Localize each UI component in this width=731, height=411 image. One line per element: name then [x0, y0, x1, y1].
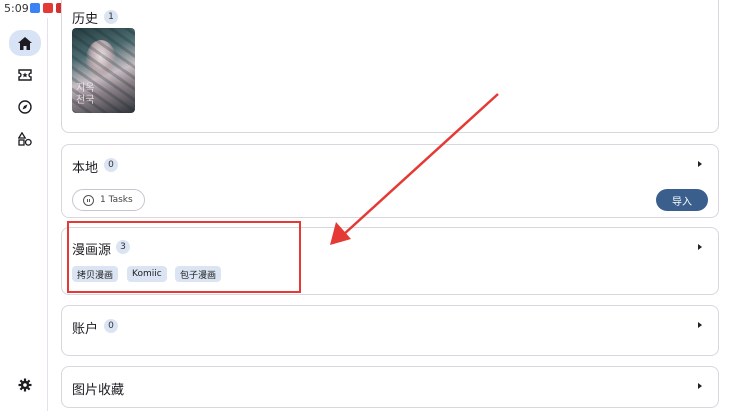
chevron-right-icon[interactable]: [698, 244, 702, 250]
history-count-badge: 1: [104, 10, 118, 24]
chevron-right-icon[interactable]: [698, 383, 702, 389]
account-count-badge: 0: [104, 319, 118, 333]
app-root: 5:09 历史 1 지옥 천국 本地 0 1 Tasks 导入 漫画源 3 拷贝…: [0, 0, 731, 411]
annotation-highlight-box: [67, 221, 301, 293]
notification-icon: [43, 3, 53, 13]
rail-item-home[interactable]: [9, 30, 41, 56]
rail-item-subscriptions[interactable]: [9, 62, 41, 88]
local-title: 本地: [72, 161, 99, 176]
status-time: 5:09: [4, 2, 29, 15]
local-card[interactable]: 本地 0 1 Tasks 导入: [61, 144, 719, 218]
tasks-button[interactable]: 1 Tasks: [72, 189, 145, 211]
home-icon: [18, 36, 32, 50]
history-title: 历史: [72, 12, 99, 27]
local-count-badge: 0: [104, 158, 118, 172]
shapes-icon: [18, 132, 32, 146]
image-favorites-card[interactable]: 图片收藏: [61, 366, 719, 408]
chevron-right-icon[interactable]: [698, 322, 702, 328]
pause-icon: [83, 194, 94, 206]
compass-icon: [18, 100, 32, 114]
tasks-label: 1 Tasks: [100, 195, 133, 205]
cover-title-text: 지옥 천국: [76, 83, 95, 106]
import-button[interactable]: 导入: [656, 189, 708, 211]
settings-button[interactable]: [9, 372, 41, 398]
account-card[interactable]: 账户 0: [61, 305, 719, 356]
history-card[interactable]: 历史 1 지옥 천국: [61, 0, 719, 133]
account-title: 账户: [72, 322, 99, 337]
image-favorites-title: 图片收藏: [72, 383, 125, 398]
rail-item-categories[interactable]: [9, 126, 41, 152]
rail-item-explore[interactable]: [9, 94, 41, 120]
navigation-rail: [0, 18, 48, 411]
chevron-right-icon[interactable]: [698, 161, 702, 167]
ticket-icon: [18, 69, 32, 81]
notification-icon: [30, 3, 40, 13]
gear-icon: [18, 378, 32, 392]
history-comic-cover[interactable]: 지옥 천국: [72, 28, 135, 113]
